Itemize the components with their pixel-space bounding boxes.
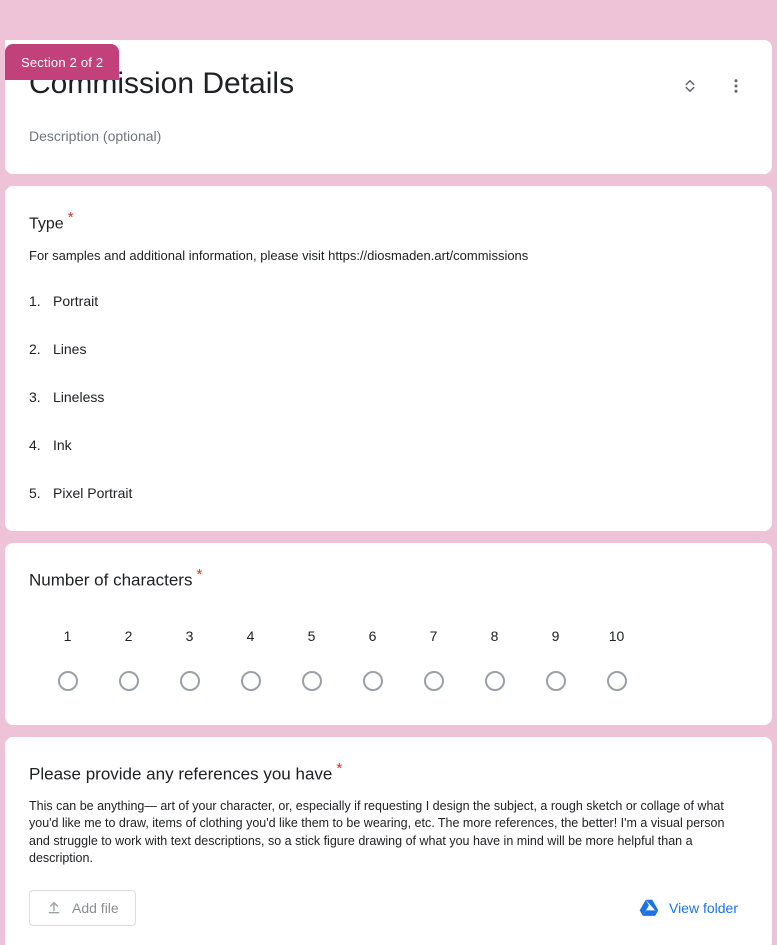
scale-label: 6 (368, 627, 377, 644)
scale-radio[interactable] (118, 670, 139, 691)
scale-radio[interactable] (240, 670, 261, 691)
scale-option-8[interactable]: 8 (464, 627, 525, 691)
list-item-index: 5. (29, 485, 41, 502)
question-title-row: Please provide any references you have * (29, 761, 748, 786)
scale-option-9[interactable]: 9 (525, 627, 586, 691)
question-title-row: Type * (29, 210, 748, 236)
scale-label: 7 (429, 627, 438, 644)
list-item-index: 2. (29, 341, 41, 358)
list-item-index: 1. (29, 293, 41, 310)
list-item: 5. Pixel Portrait (29, 483, 748, 503)
list-item-label: Lines (53, 341, 87, 358)
more-options-icon[interactable] (724, 74, 748, 98)
upload-icon (46, 900, 62, 916)
scale-label: 9 (551, 627, 560, 644)
question-description: This can be anything— art of your charac… (29, 798, 725, 866)
google-drive-icon (639, 899, 659, 917)
scale-label: 1 (63, 627, 72, 644)
list-item-index: 4. (29, 437, 41, 454)
view-folder-label: View folder (668, 899, 738, 916)
file-upload-row: Add file View folder (29, 889, 748, 926)
list-item-label: Pixel Portrait (53, 485, 133, 502)
required-asterisk: * (67, 209, 74, 226)
scale-option-6[interactable]: 6 (342, 627, 403, 691)
question-card-number-of-characters: Number of characters * 1 2 3 4 5 6 7 8 9… (5, 543, 772, 725)
scale-label: 8 (490, 627, 499, 644)
scale-label: 10 (608, 627, 625, 644)
form-page: Section 2 of 2 Commission Details Descri… (0, 40, 777, 945)
linear-scale: 1 2 3 4 5 6 7 8 9 10 (29, 627, 748, 701)
scale-radio[interactable] (57, 670, 78, 691)
view-folder-link[interactable]: View folder (639, 899, 748, 917)
form-cards: Commission Details Description (optional… (5, 40, 772, 945)
question-title: Type (29, 215, 64, 233)
section-badge: Section 2 of 2 (5, 44, 120, 80)
list-item: 1. Portrait (29, 291, 748, 311)
list-item-index: 3. (29, 389, 41, 406)
question-title: Please provide any references you have (29, 763, 333, 783)
scale-option-1[interactable]: 1 (37, 627, 98, 691)
scale-radio[interactable] (301, 670, 322, 691)
list-item: 4. Ink (29, 435, 748, 455)
scale-label: 5 (307, 627, 316, 644)
scale-option-3[interactable]: 3 (159, 627, 220, 691)
required-asterisk: * (336, 759, 343, 777)
list-item-label: Portrait (53, 293, 99, 310)
scale-radio[interactable] (606, 670, 627, 691)
scale-radio[interactable] (179, 670, 200, 691)
list-item-label: Lineless (53, 389, 105, 406)
scale-radio[interactable] (362, 670, 383, 691)
form-header-card: Commission Details Description (optional… (5, 40, 772, 174)
add-file-button[interactable]: Add file (29, 889, 136, 926)
question-title: Number of characters (29, 570, 193, 590)
scale-label: 4 (246, 627, 255, 644)
collapse-expand-icon[interactable] (678, 74, 702, 98)
form-header-row: Commission Details Description (optional… (29, 64, 748, 146)
add-file-label: Add file (72, 899, 119, 916)
scale-radio[interactable] (423, 670, 444, 691)
linear-scale-row: 1 2 3 4 5 6 7 8 9 10 (37, 627, 740, 691)
form-description-placeholder[interactable]: Description (optional) (29, 126, 294, 146)
scale-option-5[interactable]: 5 (281, 627, 342, 691)
scale-option-4[interactable]: 4 (220, 627, 281, 691)
type-options-list: 1. Portrait 2. Lines 3. Lineless 4. Ink … (29, 291, 748, 503)
scale-label: 3 (185, 627, 194, 644)
question-card-references: Please provide any references you have * … (5, 736, 772, 945)
question-card-type: Type * For samples and additional informa… (5, 186, 772, 532)
scale-option-10[interactable]: 10 (586, 627, 647, 691)
form-header-actions (678, 64, 748, 98)
scale-radio[interactable] (484, 670, 505, 691)
list-item: 2. Lines (29, 339, 748, 359)
question-title-row: Number of characters * (29, 567, 748, 592)
required-asterisk: * (196, 566, 203, 584)
question-description: For samples and additional information, … (29, 248, 529, 264)
scale-option-2[interactable]: 2 (98, 627, 159, 691)
scale-radio[interactable] (545, 670, 566, 691)
list-item: 3. Lineless (29, 387, 748, 407)
scale-option-7[interactable]: 7 (403, 627, 464, 691)
scale-label: 2 (124, 627, 133, 644)
list-item-label: Ink (53, 437, 72, 454)
section-badge-label: Section 2 of 2 (21, 54, 104, 70)
